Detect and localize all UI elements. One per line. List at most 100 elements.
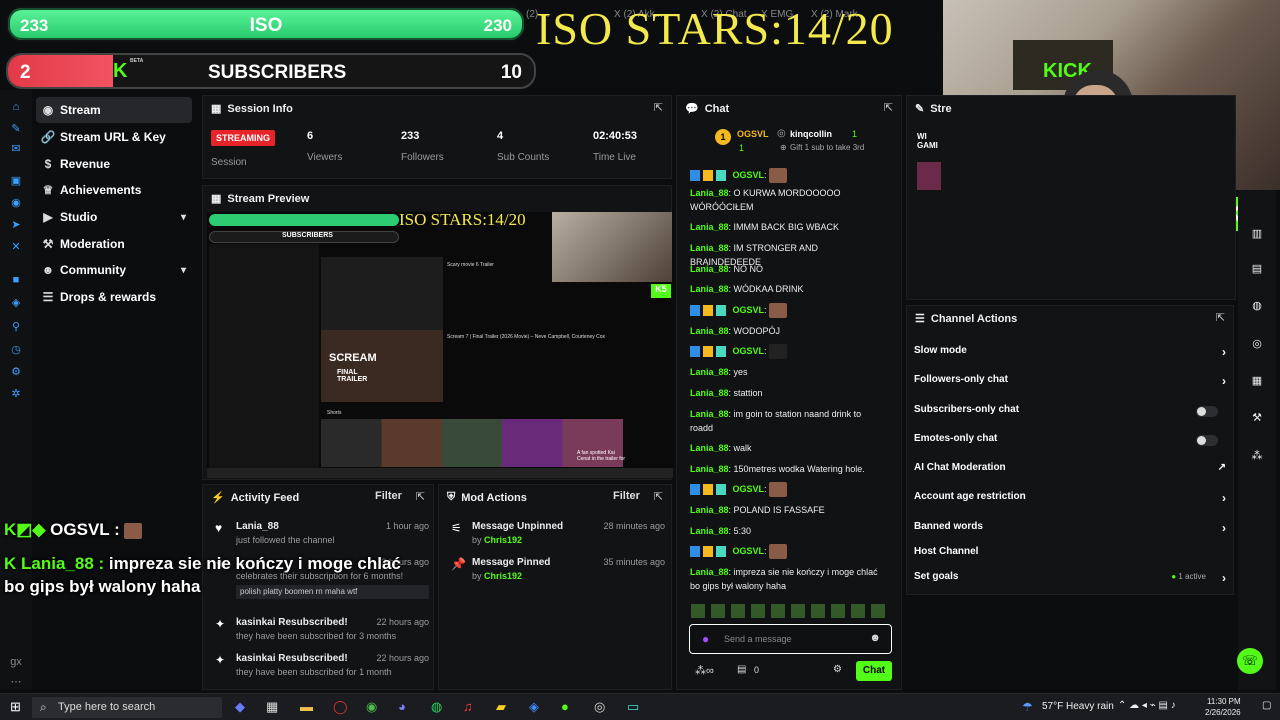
help-button[interactable]: ☏: [1237, 648, 1263, 674]
chat-username[interactable]: OGSVL: [733, 546, 765, 556]
chat-username[interactable]: Lania_88: [690, 222, 729, 232]
chat-username[interactable]: Lania_88: [690, 284, 729, 294]
chrome-icon[interactable]: ◉: [366, 699, 377, 715]
chat-username[interactable]: Lania_88: [690, 188, 729, 198]
document-icon[interactable]: ▤: [1249, 261, 1265, 277]
twitch-icon[interactable]: ▣: [9, 174, 23, 188]
gear-icon[interactable]: ✲: [9, 387, 23, 401]
set-goals-row[interactable]: Set goals ● 1 active ›: [914, 571, 1232, 591]
emotes-only-toggle[interactable]: [1196, 435, 1218, 446]
discord-icon[interactable]: ◕: [398, 699, 406, 714]
chat-username[interactable]: Lania_88: [690, 388, 729, 398]
chat-username[interactable]: Lania_88: [690, 409, 729, 419]
emoji-icon[interactable]: ☻: [869, 632, 881, 644]
clock-icon[interactable]: ◷: [9, 343, 23, 357]
music-icon[interactable]: ♫: [463, 699, 473, 714]
opera-icon[interactable]: ◯: [333, 699, 348, 715]
nav-item-achievements[interactable]: ♕ Achievements: [36, 177, 192, 203]
filter-button[interactable]: Filter: [613, 490, 640, 502]
app-icon[interactable]: ■: [9, 273, 23, 287]
chat-username[interactable]: Lania_88: [690, 464, 729, 474]
filter-button[interactable]: Filter: [375, 490, 402, 502]
chat-bubble-icon[interactable]: ◍: [1249, 298, 1265, 314]
x-icon[interactable]: ✕: [9, 240, 23, 254]
followers-only-row[interactable]: Followers-only chat ›: [914, 374, 1232, 394]
obs-icon[interactable]: ◎: [594, 699, 605, 715]
mod-action-user[interactable]: Chris192: [484, 535, 522, 545]
emote-tray[interactable]: [691, 604, 891, 618]
gifter-name[interactable]: kinqcollin: [790, 129, 832, 139]
chat-username[interactable]: Lania_88: [690, 526, 729, 536]
nav-item-stream-url-key[interactable]: 🔗 Stream URL & Key: [36, 124, 192, 150]
chat-username[interactable]: Lania_88: [690, 367, 729, 377]
expand-icon[interactable]: ⇱: [654, 490, 663, 503]
gx-icon[interactable]: gx: [9, 655, 23, 669]
file-explorer-icon[interactable]: ▬: [300, 699, 313, 714]
chat-username[interactable]: OGSVL: [733, 484, 765, 494]
expand-icon[interactable]: ⇱: [1216, 311, 1225, 324]
nav-item-studio[interactable]: ▶ Studio ▾: [36, 204, 192, 230]
wrench-icon[interactable]: ⚒: [1249, 410, 1265, 426]
taskbar-search[interactable]: ⌕ Type here to search: [32, 697, 222, 718]
stream-preview-video[interactable]: ISO STARS:14/20 SUBSCRIBERS K5 Scary mov…: [207, 212, 673, 478]
nav-item-community[interactable]: ☻ Community ▾: [36, 257, 192, 283]
community-icon[interactable]: ⁂∞: [695, 664, 714, 677]
host-channel-row[interactable]: Host Channel: [914, 546, 1232, 566]
chat-username[interactable]: OGSVL: [733, 346, 765, 356]
top-gifter-name[interactable]: OGSVL: [737, 129, 769, 139]
expand-icon[interactable]: ⇱: [884, 101, 893, 114]
terminal-icon[interactable]: ▭: [627, 699, 639, 715]
weather-icon[interactable]: ☂: [1022, 700, 1033, 714]
notes-icon[interactable]: ▰: [496, 699, 506, 715]
app-icon[interactable]: ◈: [529, 699, 539, 715]
nav-item-stream[interactable]: ◉ Stream: [36, 97, 192, 123]
expand-icon[interactable]: ⇱: [654, 101, 663, 114]
layout-icon[interactable]: ▦: [1249, 373, 1265, 389]
chat-username[interactable]: OGSVL: [733, 305, 765, 315]
dots-icon[interactable]: ⁂: [1249, 448, 1265, 464]
nav-item-moderation[interactable]: ⚒ Moderation: [36, 231, 192, 257]
pin-icon[interactable]: ⚲: [9, 320, 23, 334]
more-icon[interactable]: ⋯: [9, 675, 23, 689]
microphone-icon[interactable]: ●: [702, 632, 709, 646]
telegram-icon[interactable]: ➤: [9, 218, 23, 232]
chat-input[interactable]: ● Send a message ☻: [689, 624, 892, 654]
chat-username[interactable]: Lania_88: [690, 443, 729, 453]
kick-app-icon[interactable]: ●: [561, 699, 569, 714]
home-icon[interactable]: ⌂: [9, 100, 23, 114]
chat-username[interactable]: Lania_88: [690, 243, 729, 253]
lock-icon[interactable]: ◈: [9, 296, 23, 310]
nav-item-revenue[interactable]: $ Revenue: [36, 151, 192, 177]
notifications-icon[interactable]: ▢: [1262, 700, 1271, 711]
system-tray-icons[interactable]: ⌃ ☁ ◂ ⌁ ▤ ♪: [1118, 700, 1176, 711]
windows-start-icon[interactable]: ⊞: [10, 699, 21, 715]
slow-mode-row[interactable]: Slow mode ›: [914, 345, 1232, 365]
banned-words-row[interactable]: Banned words ›: [914, 521, 1232, 541]
chat-username[interactable]: Lania_88: [690, 264, 729, 274]
send-chat-button[interactable]: Chat: [856, 661, 892, 681]
gear-icon[interactable]: ⚙: [833, 664, 842, 675]
copilot-icon[interactable]: ◆: [235, 699, 245, 715]
category-thumbnail[interactable]: [917, 162, 941, 190]
chat-username[interactable]: Lania_88: [690, 326, 729, 336]
chat-username[interactable]: Lania_88: [690, 567, 729, 577]
settings-icon[interactable]: ⚙: [9, 365, 23, 379]
subscribers-only-toggle[interactable]: [1196, 406, 1218, 417]
mod-action-user[interactable]: Chris192: [484, 571, 522, 581]
expand-icon[interactable]: ⇱: [416, 490, 425, 503]
panel-icon[interactable]: ▥: [1249, 226, 1265, 242]
mail-icon[interactable]: ✉: [9, 142, 23, 156]
clock-time[interactable]: 11:30 PM: [1207, 697, 1241, 706]
points-icon[interactable]: ▤: [737, 664, 746, 675]
clock-date[interactable]: 2/26/2026: [1205, 708, 1241, 717]
account-age-row[interactable]: Account age restriction ›: [914, 491, 1232, 511]
spotify-icon[interactable]: ◍: [431, 699, 442, 715]
chat-username[interactable]: OGSVL: [733, 170, 765, 180]
messenger-icon[interactable]: ◉: [9, 196, 23, 210]
nav-item-drops-rewards[interactable]: ☰ Drops & rewards: [36, 284, 192, 310]
task-view-icon[interactable]: ▦: [266, 699, 278, 715]
ai-chat-moderation-row[interactable]: AI Chat Moderation ↗: [914, 462, 1232, 482]
broadcast-icon[interactable]: ◎: [1249, 336, 1265, 352]
chat-username[interactable]: Lania_88: [690, 505, 729, 515]
edit-icon[interactable]: ✎: [9, 122, 23, 136]
